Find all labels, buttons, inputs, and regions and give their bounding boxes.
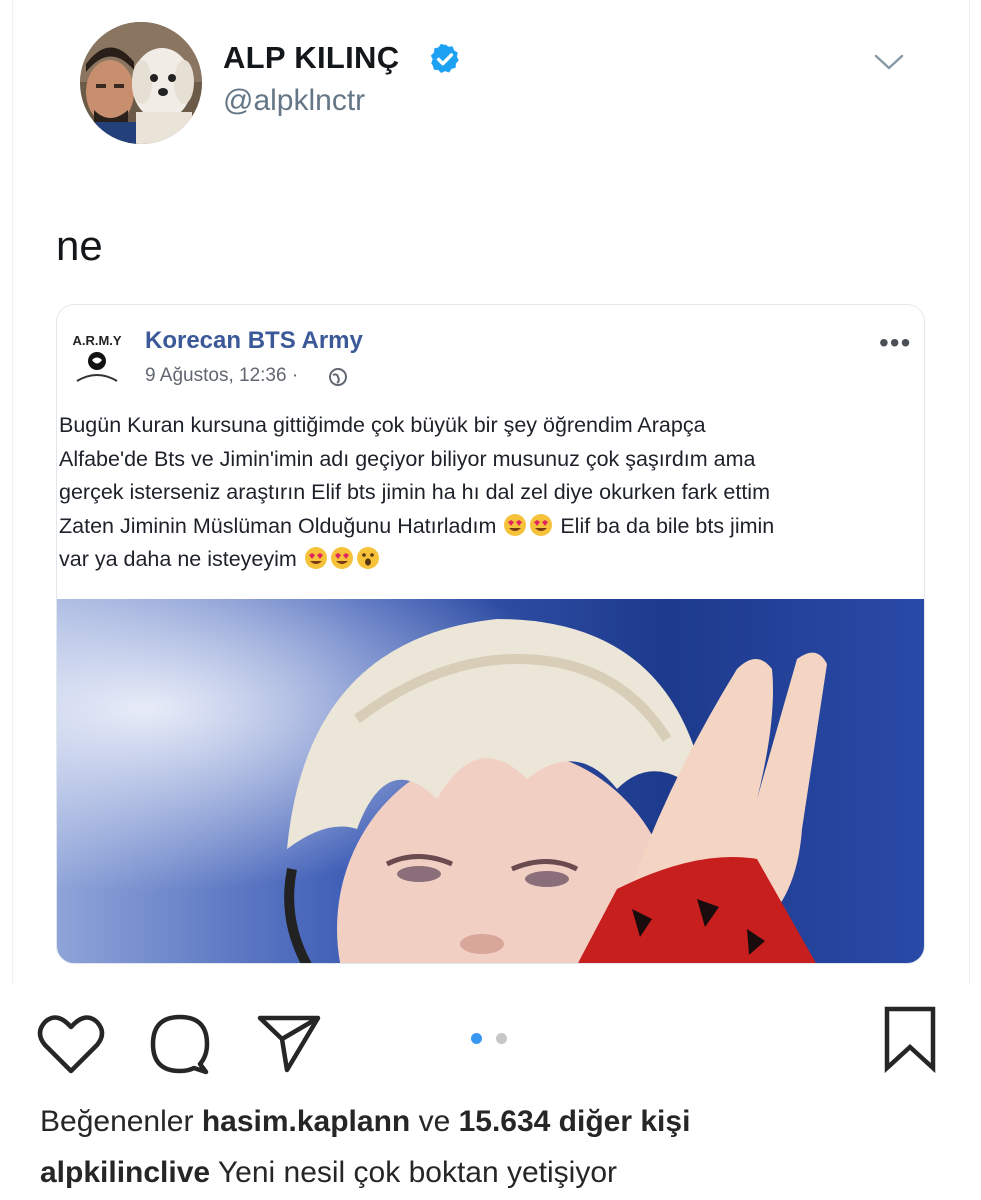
verified-badge-icon xyxy=(430,43,459,74)
avatar[interactable] xyxy=(80,22,202,144)
surprised-emoji-icon xyxy=(356,547,379,569)
page-name: Korecan BTS Army xyxy=(145,327,363,354)
post-line-text: var ya daha ne isteyeyim xyxy=(59,547,297,571)
bookmark-icon[interactable] xyxy=(882,1005,938,1073)
likes-prefix: Beğenenler xyxy=(40,1105,194,1138)
share-icon[interactable] xyxy=(256,1012,322,1074)
likes-count[interactable]: 15.634 diğer kişi xyxy=(459,1105,691,1138)
handle[interactable]: @alpklnctr xyxy=(223,84,365,118)
heart-eyes-emoji-icon xyxy=(530,513,553,536)
tweet-card: ALP KILINÇ @alpklnctr ne A.R.M.Y Korecan… xyxy=(0,0,981,985)
action-bar xyxy=(0,985,981,1085)
globe-icon xyxy=(329,368,347,386)
tweet-text: ne xyxy=(56,222,103,269)
tweet-media[interactable]: A.R.M.Y Korecan BTS Army 9 Ağustos, 12:3… xyxy=(56,304,925,964)
heart-icon[interactable] xyxy=(37,1013,105,1075)
post-photo xyxy=(57,599,924,963)
post-line: Zaten Jiminin Müslüman Olduğunu Hatırlad… xyxy=(59,510,909,544)
likes-conjunction: ve xyxy=(418,1105,451,1138)
post-body: Bugün Kuran kursuna gittiğimde çok büyük… xyxy=(59,409,909,577)
page-logo-text: A.R.M.Y xyxy=(72,333,121,348)
caption-username[interactable]: alpkilinclive xyxy=(40,1156,210,1189)
post-caption: alpkilinclive Yeni nesil çok boktan yeti… xyxy=(40,1156,617,1190)
comment-icon[interactable] xyxy=(148,1012,212,1076)
post-line-text: Zaten Jiminin Müslüman Olduğunu Hatırlad… xyxy=(59,513,497,538)
post-line-text: Elif ba da bile bts jimin xyxy=(560,513,775,538)
heart-eyes-emoji-icon xyxy=(504,513,527,536)
post-line: var ya daha ne isteyeyim xyxy=(59,543,909,577)
display-name[interactable]: ALP KILINÇ xyxy=(223,40,399,76)
carousel-dot-active xyxy=(471,1033,482,1044)
liker-username[interactable]: hasim.kaplann xyxy=(202,1105,410,1138)
post-line: gerçek isterseniz araştırın Elif bts jim… xyxy=(59,480,770,504)
chevron-down-icon[interactable] xyxy=(872,50,906,74)
post-line: Bugün Kuran kursuna gittiğimde çok büyük… xyxy=(59,413,706,437)
likes-summary: Beğenenler hasim.kaplann ve 15.634 diğer… xyxy=(40,1105,690,1139)
more-options-icon: ••• xyxy=(879,327,912,358)
post-line: Alfabe'de Bts ve Jimin'imin adı geçiyor … xyxy=(59,446,756,471)
post-timestamp: 9 Ağustos, 12:36 · xyxy=(145,365,299,386)
caption-text: Yeni nesil çok boktan yetişiyor xyxy=(217,1156,618,1189)
heart-eyes-emoji-icon xyxy=(330,547,353,569)
carousel-dot xyxy=(496,1033,507,1044)
heart-eyes-emoji-icon xyxy=(304,547,327,569)
page-logo: A.R.M.Y xyxy=(63,319,131,387)
